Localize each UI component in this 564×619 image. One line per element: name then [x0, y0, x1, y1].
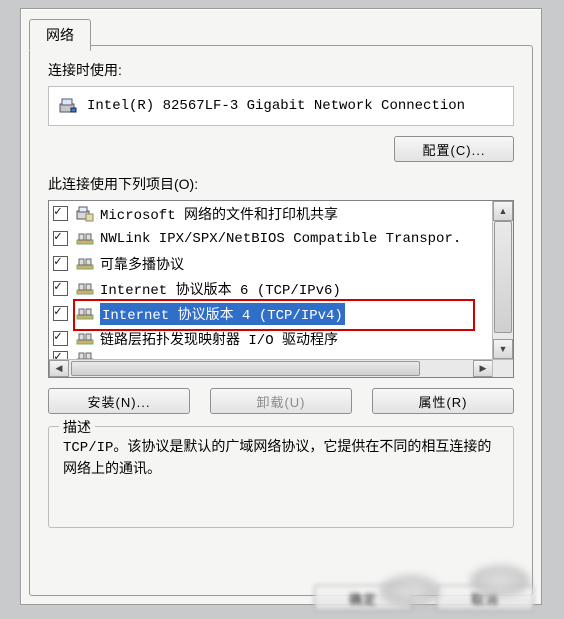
connect-using-label: 连接时使用:: [48, 60, 514, 80]
properties-button[interactable]: 属性(R): [372, 388, 514, 414]
list-item-label: Internet 协议版本 4 (TCP/IPv4): [100, 303, 345, 325]
items-label: 此连接使用下列项目(O):: [48, 174, 514, 194]
protocol-icon: [76, 281, 94, 297]
list-item[interactable]: [49, 351, 491, 359]
list-item[interactable]: 可靠多播协议: [49, 251, 491, 276]
list-item[interactable]: Internet 协议版本 6 (TCP/IPv6): [49, 276, 491, 301]
description-group: 描述 TCP/IP。该协议是默认的广域网络协议，它提供在不同的相互连接的网络上的…: [48, 426, 514, 528]
checkbox[interactable]: [53, 331, 68, 346]
configure-button[interactable]: 配置(C)...: [394, 136, 514, 162]
list-item-label: Microsoft 网络的文件和打印机共享: [100, 204, 338, 224]
checkbox[interactable]: [53, 281, 68, 296]
protocol-icon: [76, 351, 94, 359]
tab-network[interactable]: 网络: [29, 19, 91, 51]
scroll-corner: [492, 359, 513, 377]
vertical-scroll-thumb[interactable]: [494, 221, 512, 333]
checkbox[interactable]: [53, 256, 68, 271]
horizontal-scrollbar[interactable]: ◀ ▶: [49, 359, 493, 377]
list-item-label: 可靠多播协议: [100, 254, 184, 274]
blur-artifact: [470, 565, 530, 597]
list-item-label: Internet 协议版本 6 (TCP/IPv6): [100, 279, 341, 299]
tab-body: 连接时使用: Intel(R) 82567LF-3 Gigabit Networ…: [29, 45, 533, 596]
network-properties-dialog: 网络 连接时使用: Intel(R) 82567LF-3 Gigabit Net…: [20, 8, 542, 605]
protocol-icon: [76, 331, 94, 347]
horizontal-scroll-thumb[interactable]: [71, 361, 420, 376]
blur-artifact: [380, 575, 440, 607]
scroll-up-button[interactable]: ▲: [493, 201, 513, 221]
list-item[interactable]: NWLink IPX/SPX/NetBIOS Compatible Transp…: [49, 226, 491, 251]
list-item-label: NWLink IPX/SPX/NetBIOS Compatible Transp…: [100, 231, 461, 247]
nic-icon: [59, 98, 77, 114]
scroll-right-button[interactable]: ▶: [473, 360, 493, 377]
tab-label: 网络: [46, 27, 74, 43]
description-text: TCP/IP。该协议是默认的广域网络协议，它提供在不同的相互连接的网络上的通讯。: [63, 437, 499, 481]
adapter-name: Intel(R) 82567LF-3 Gigabit Network Conne…: [87, 98, 465, 114]
checkbox[interactable]: [53, 206, 68, 221]
list-item-label: 链路层拓扑发现映射器 I/O 驱动程序: [100, 329, 338, 349]
items-listbox[interactable]: Microsoft 网络的文件和打印机共享 NWLink IPX/SPX/NetB…: [48, 200, 514, 378]
protocol-icon: [76, 231, 94, 247]
protocol-icon: [76, 306, 94, 322]
install-button[interactable]: 安装(N)...: [48, 388, 190, 414]
checkbox[interactable]: [53, 351, 68, 359]
scroll-left-button[interactable]: ◀: [49, 360, 69, 377]
scroll-down-button[interactable]: ▼: [493, 339, 513, 359]
checkbox[interactable]: [53, 231, 68, 246]
list-item[interactable]: Microsoft 网络的文件和打印机共享: [49, 201, 491, 226]
protocol-icon: [76, 256, 94, 272]
list-item[interactable]: Internet 协议版本 4 (TCP/IPv4): [49, 301, 491, 326]
adapter-box[interactable]: Intel(R) 82567LF-3 Gigabit Network Conne…: [48, 86, 514, 126]
checkbox[interactable]: [53, 306, 68, 321]
uninstall-button[interactable]: 卸载(U): [210, 388, 352, 414]
list-item[interactable]: 链路层拓扑发现映射器 I/O 驱动程序: [49, 326, 491, 351]
description-title: 描述: [59, 417, 95, 437]
vertical-scrollbar[interactable]: ▲ ▼: [492, 201, 513, 359]
service-icon: [76, 206, 94, 222]
